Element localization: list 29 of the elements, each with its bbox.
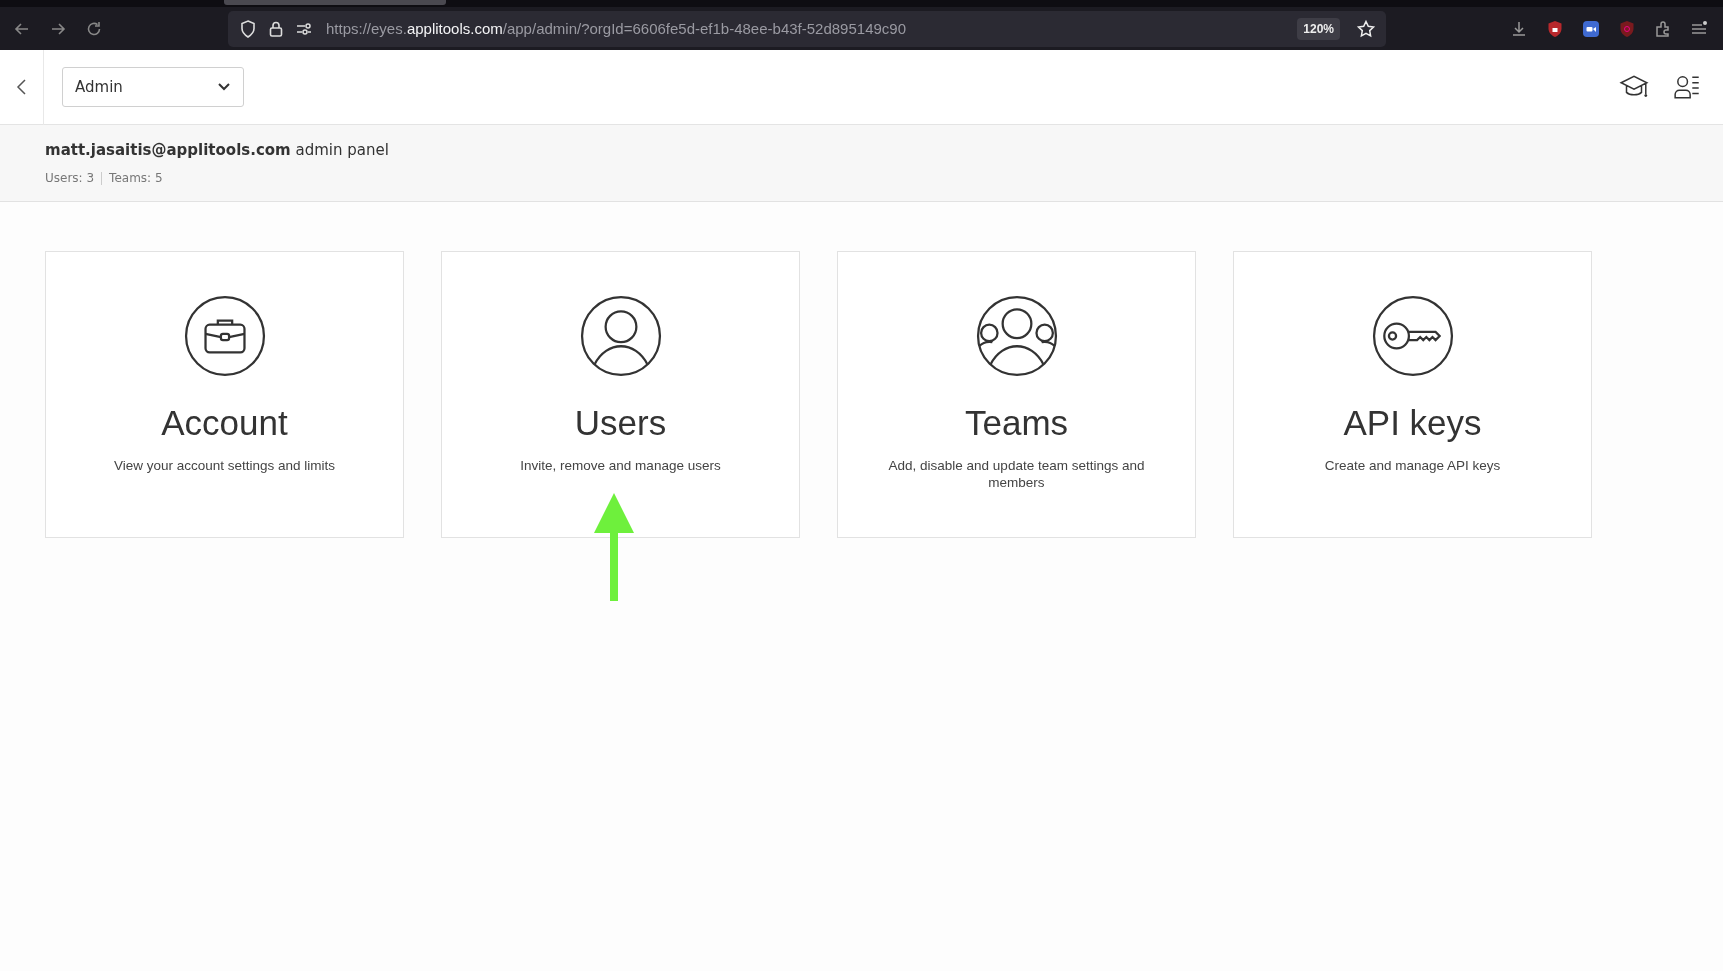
stat-count: Users: 3 — [45, 171, 95, 185]
card-title: Teams — [964, 403, 1069, 443]
admin-card[interactable]: Users Invite, remove and manage users — [441, 251, 800, 538]
section-dropdown[interactable]: Admin — [62, 67, 244, 107]
card-description: View your account settings and limits — [113, 457, 336, 474]
key-icon — [1371, 295, 1454, 377]
star-icon[interactable] — [1356, 18, 1376, 39]
card-title: Users — [574, 403, 667, 443]
card-description: Create and manage API keys — [1324, 457, 1501, 474]
back-chevron-icon[interactable] — [14, 77, 29, 97]
video-camera-icon[interactable] — [1581, 18, 1601, 39]
stat-count: Teams: 5 — [109, 171, 163, 185]
admin-card[interactable]: Teams Add, disable and update team settings and members — [837, 251, 1196, 538]
address-bar[interactable]: https://eyes.applitools.com/app/admin/?orgId=6606fe5d-ef1b-48ee-b43f-52d895149c90 120% — [228, 10, 1386, 47]
card-description: Add, disable and update team settings and members — [887, 457, 1146, 491]
shield-lock-icon[interactable] — [1545, 18, 1565, 39]
group-icon — [975, 295, 1058, 377]
admin-card[interactable]: API keys Create and manage API keys — [1233, 251, 1592, 538]
card-title: API keys — [1343, 403, 1482, 443]
admin-card[interactable]: Account View your account settings and limits — [45, 251, 404, 538]
briefcase-icon — [183, 295, 266, 377]
url-text[interactable]: https://eyes.applitools.com/app/admin/?orgId=6606fe5d-ef1b-48ee-b43f-52d895149c90 — [326, 20, 1290, 37]
user-icon — [579, 295, 662, 377]
card-description: Invite, remove and manage users — [520, 457, 721, 474]
card-title: Account — [161, 403, 288, 443]
panel-title: matt.jasaitis@applitools.com admin panel — [45, 141, 390, 159]
zoom-level-badge[interactable]: 120% — [1297, 17, 1340, 40]
shield-icon[interactable] — [238, 18, 258, 39]
caret-icon — [217, 82, 231, 92]
